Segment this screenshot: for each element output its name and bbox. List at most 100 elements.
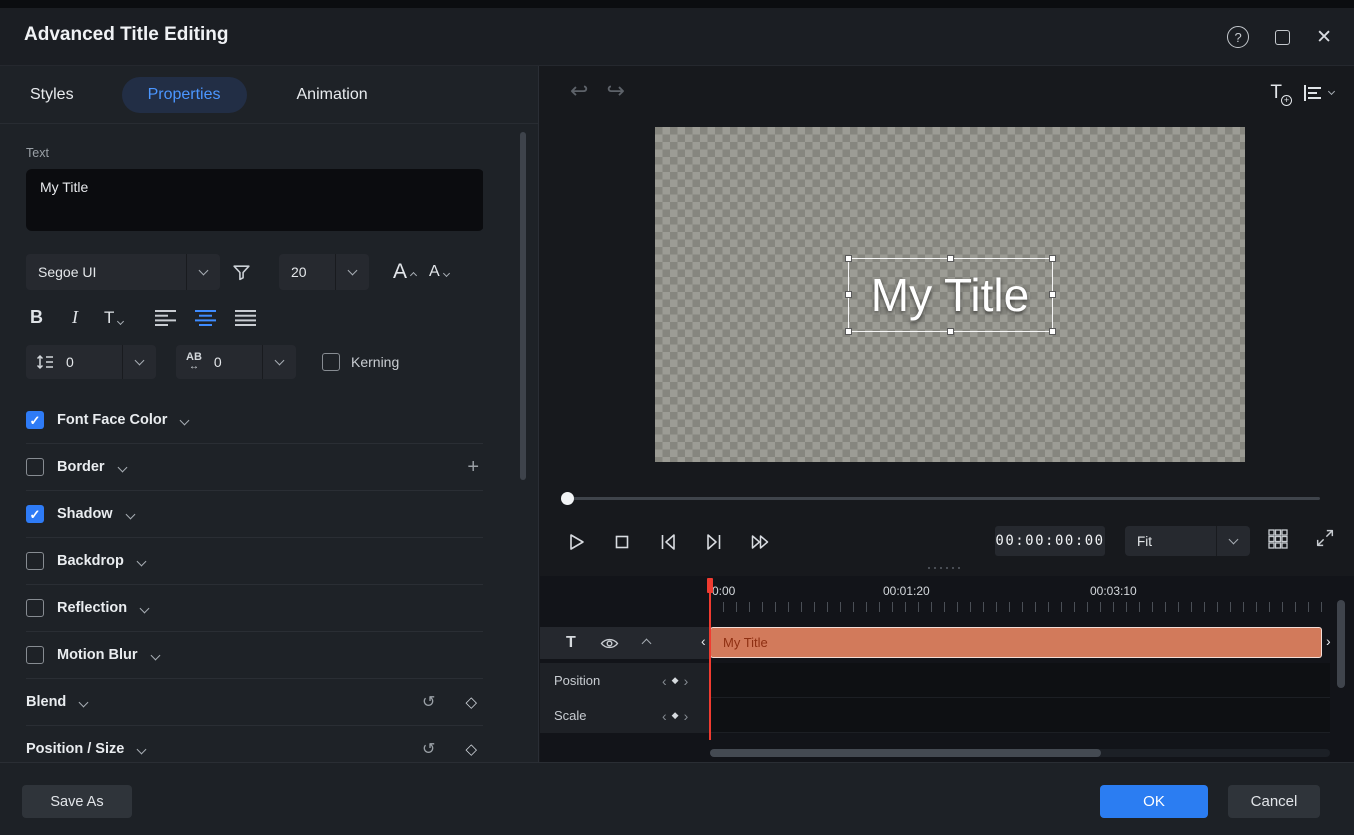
- chevron-down-icon[interactable]: [127, 505, 134, 523]
- collapse-track-icon[interactable]: [643, 634, 650, 652]
- backdrop-checkbox[interactable]: [26, 552, 44, 570]
- timeline-vertical-scrollbar[interactable]: [1337, 600, 1345, 688]
- font-size-select[interactable]: 20: [279, 254, 369, 290]
- selection-handle[interactable]: [947, 328, 954, 335]
- font-family-select[interactable]: Segoe UI: [26, 254, 220, 290]
- border-checkbox[interactable]: [26, 458, 44, 476]
- panel-resize-handle[interactable]: [928, 567, 960, 569]
- next-keyframe-icon[interactable]: ›: [684, 674, 689, 688]
- chevron-down-icon[interactable]: [152, 646, 159, 664]
- previous-keyframe-icon[interactable]: ‹: [662, 674, 667, 688]
- fullscreen-icon[interactable]: [1314, 527, 1336, 549]
- scale-row-track[interactable]: [710, 698, 1330, 733]
- selection-handle[interactable]: [1049, 328, 1056, 335]
- previous-frame-icon[interactable]: [656, 530, 680, 554]
- letter-spacing-select[interactable]: AB↔ 0: [176, 345, 296, 379]
- add-text-icon[interactable]: T+: [1270, 82, 1282, 104]
- selection-handle[interactable]: [947, 255, 954, 262]
- tab-animation[interactable]: Animation: [297, 86, 368, 104]
- bold-button[interactable]: B: [30, 307, 43, 328]
- preview-canvas[interactable]: My Title: [655, 127, 1245, 462]
- track-visibility-icon[interactable]: [600, 637, 619, 650]
- italic-button[interactable]: I: [72, 307, 78, 328]
- align-center-icon[interactable]: [195, 310, 216, 326]
- scrollbar-thumb[interactable]: [710, 749, 1101, 757]
- kerning-option[interactable]: Kerning: [322, 353, 399, 371]
- playhead-line[interactable]: [709, 578, 711, 740]
- zoom-fit-select[interactable]: Fit: [1125, 526, 1250, 556]
- align-justify-icon[interactable]: [235, 310, 256, 326]
- grid-icon[interactable]: [1268, 529, 1288, 549]
- chevron-down-icon[interactable]: [141, 599, 148, 617]
- kerning-checkbox[interactable]: [322, 353, 340, 371]
- position-row-track[interactable]: [710, 663, 1330, 698]
- shadow-checkbox[interactable]: ✓: [26, 505, 44, 523]
- section-reflection[interactable]: Reflection: [26, 585, 483, 632]
- seek-bar[interactable]: [567, 497, 1320, 500]
- clip-trim-left-icon[interactable]: ‹: [701, 633, 706, 649]
- section-position-size[interactable]: Position / Size ↺ ◇: [26, 726, 483, 762]
- maximize-icon[interactable]: [1275, 30, 1290, 45]
- add-keyframe-icon[interactable]: ◆: [672, 711, 679, 720]
- chevron-down-icon[interactable]: [119, 458, 126, 476]
- save-as-button[interactable]: Save As: [22, 785, 132, 818]
- chevron-down-icon[interactable]: [335, 254, 369, 290]
- section-shadow[interactable]: ✓ Shadow: [26, 491, 483, 538]
- increase-font-size-button[interactable]: A: [393, 260, 407, 284]
- chevron-down-icon[interactable]: [122, 345, 156, 379]
- reflection-checkbox[interactable]: [26, 599, 44, 617]
- tab-styles[interactable]: Styles: [30, 86, 74, 104]
- keyframe-diamond-icon[interactable]: ◇: [465, 740, 477, 758]
- cancel-button[interactable]: Cancel: [1228, 785, 1320, 818]
- reset-icon[interactable]: ↺: [422, 692, 435, 712]
- title-text-input[interactable]: My Title: [26, 169, 483, 231]
- font-filter-icon[interactable]: [232, 263, 251, 282]
- decrease-font-size-button[interactable]: A: [429, 263, 440, 281]
- section-border[interactable]: Border +: [26, 444, 483, 491]
- timeline-horizontal-scrollbar[interactable]: [710, 749, 1330, 757]
- section-backdrop[interactable]: Backdrop: [26, 538, 483, 585]
- canvas-align-dropdown[interactable]: [1304, 85, 1334, 101]
- help-icon[interactable]: ?: [1227, 26, 1249, 48]
- font-face-color-checkbox[interactable]: ✓: [26, 411, 44, 429]
- motion-blur-checkbox[interactable]: [26, 646, 44, 664]
- play-icon[interactable]: [564, 530, 588, 554]
- selection-handle[interactable]: [845, 255, 852, 262]
- reset-icon[interactable]: ↺: [422, 739, 435, 759]
- selection-handle[interactable]: [1049, 255, 1056, 262]
- next-keyframe-icon[interactable]: ›: [684, 709, 689, 723]
- clip-trim-right-icon[interactable]: ›: [1326, 633, 1331, 649]
- selection-handle[interactable]: [1049, 291, 1056, 298]
- add-border-icon[interactable]: +: [467, 456, 479, 479]
- section-font-face-color[interactable]: ✓ Font Face Color: [26, 397, 483, 444]
- chevron-down-icon[interactable]: [181, 411, 188, 429]
- add-keyframe-icon[interactable]: ◆: [672, 676, 679, 685]
- section-blend[interactable]: Blend ↺ ◇: [26, 679, 483, 726]
- chevron-down-icon[interactable]: [138, 740, 145, 758]
- selection-handle[interactable]: [845, 291, 852, 298]
- timeline-ruler[interactable]: 0:00 00:01:20 00:03:10: [710, 576, 1330, 616]
- ok-button[interactable]: OK: [1100, 785, 1208, 818]
- selection-handle[interactable]: [845, 328, 852, 335]
- align-left-icon[interactable]: [155, 310, 176, 326]
- previous-keyframe-icon[interactable]: ‹: [662, 709, 667, 723]
- next-frame-icon[interactable]: [702, 530, 726, 554]
- tab-properties[interactable]: Properties: [122, 77, 247, 113]
- chevron-down-icon[interactable]: [1216, 526, 1250, 556]
- chevron-down-icon[interactable]: [262, 345, 296, 379]
- keyframe-diamond-icon[interactable]: ◇: [465, 693, 477, 711]
- selection-box[interactable]: [848, 258, 1053, 332]
- chevron-down-icon[interactable]: [186, 254, 220, 290]
- stop-icon[interactable]: [610, 530, 634, 554]
- line-spacing-select[interactable]: 0: [26, 345, 156, 379]
- chevron-down-icon[interactable]: [138, 552, 145, 570]
- text-style-dropdown[interactable]: T: [104, 308, 123, 328]
- fast-forward-icon[interactable]: [748, 530, 772, 554]
- undo-icon[interactable]: ↩: [570, 78, 588, 104]
- chevron-down-icon[interactable]: [80, 693, 87, 711]
- close-icon[interactable]: ✕: [1316, 28, 1332, 47]
- seek-knob[interactable]: [561, 492, 574, 505]
- panel-scrollbar[interactable]: [520, 132, 526, 480]
- section-motion-blur[interactable]: Motion Blur: [26, 632, 483, 679]
- timeline-clip[interactable]: My Title: [710, 627, 1322, 658]
